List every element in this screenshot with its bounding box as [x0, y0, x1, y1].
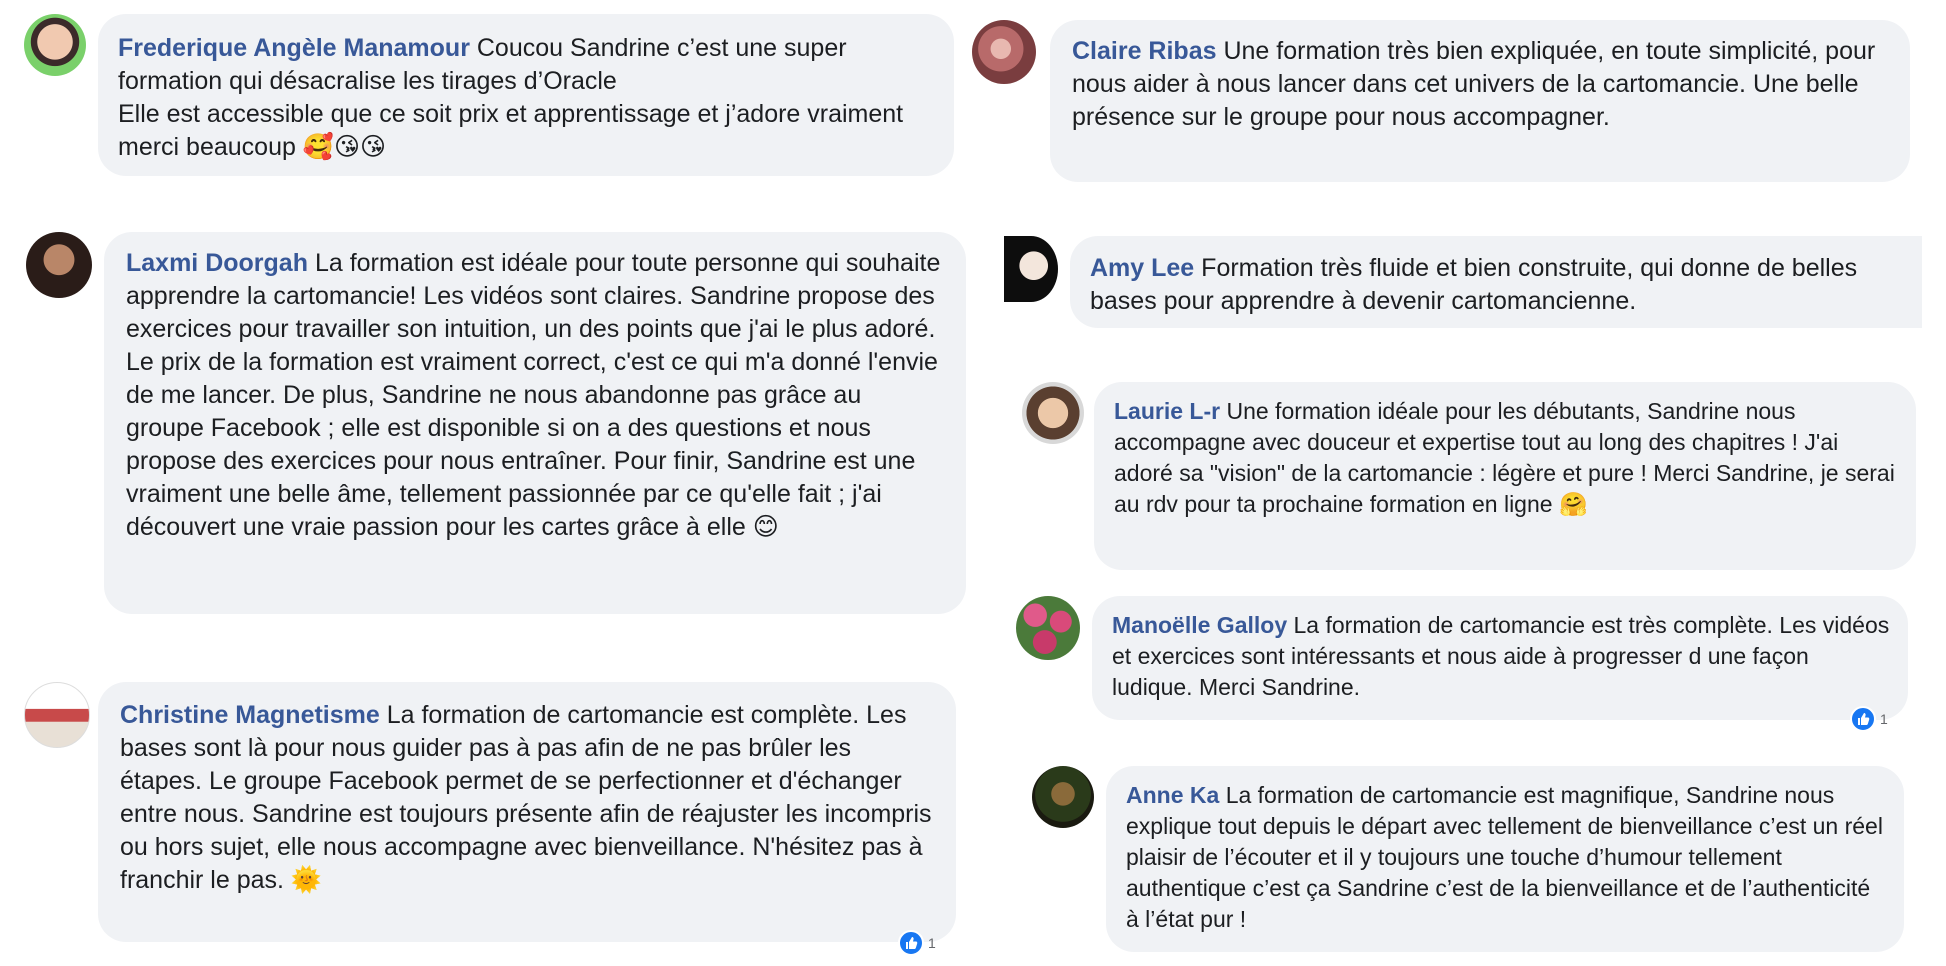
- author-name[interactable]: Laurie L-r: [1114, 398, 1220, 424]
- comment-text: Elle est accessible que ce soit prix et …: [118, 100, 904, 161]
- avatar[interactable]: [972, 20, 1036, 84]
- comment-bubble: Frederique Angèle Manamour Coucou Sandri…: [98, 14, 954, 176]
- author-name[interactable]: Manoëlle Galloy: [1112, 612, 1287, 638]
- author-name[interactable]: Amy Lee: [1090, 254, 1194, 282]
- comment-text: Formation très fluide et bien construite…: [1090, 254, 1858, 315]
- comment-text: La formation de cartomancie est magnifiq…: [1126, 782, 1883, 932]
- like-count: 1: [928, 935, 936, 951]
- comment-bubble: Manoëlle Galloy La formation de cartoman…: [1092, 596, 1908, 720]
- comment-bubble: Laurie L-r Une formation idéale pour les…: [1094, 382, 1916, 570]
- avatar[interactable]: [26, 232, 92, 298]
- like-reaction[interactable]: 1: [1850, 706, 1888, 732]
- like-icon: [1850, 706, 1876, 732]
- like-reaction[interactable]: 1: [898, 930, 936, 956]
- avatar[interactable]: [24, 682, 90, 748]
- avatar[interactable]: [1016, 596, 1080, 660]
- author-name[interactable]: Anne Ka: [1126, 782, 1219, 808]
- comment-bubble: Christine Magnetisme La formation de car…: [98, 682, 956, 942]
- author-name[interactable]: Frederique Angèle Manamour: [118, 34, 470, 62]
- comment-bubble: Anne Ka La formation de cartomancie est …: [1106, 766, 1904, 952]
- comment-bubble: Laxmi Doorgah La formation est idéale po…: [104, 232, 966, 614]
- comment-text: La formation est idéale pour toute perso…: [126, 249, 941, 541]
- avatar[interactable]: [1032, 766, 1094, 828]
- avatar[interactable]: [1022, 382, 1084, 444]
- like-icon: [898, 930, 924, 956]
- avatar[interactable]: [1004, 236, 1058, 302]
- like-count: 1: [1880, 711, 1888, 727]
- author-name[interactable]: Laxmi Doorgah: [126, 249, 308, 277]
- comment-bubble: Amy Lee Formation très fluide et bien co…: [1070, 236, 1922, 328]
- comment-text: Une formation idéale pour les débutants,…: [1114, 398, 1895, 517]
- author-name[interactable]: Claire Ribas: [1072, 37, 1217, 65]
- comment-text: La formation de cartomancie est complète…: [120, 701, 932, 894]
- avatar[interactable]: [24, 14, 86, 76]
- comment-bubble: Claire Ribas Une formation très bien exp…: [1050, 20, 1910, 182]
- author-name[interactable]: Christine Magnetisme: [120, 701, 380, 729]
